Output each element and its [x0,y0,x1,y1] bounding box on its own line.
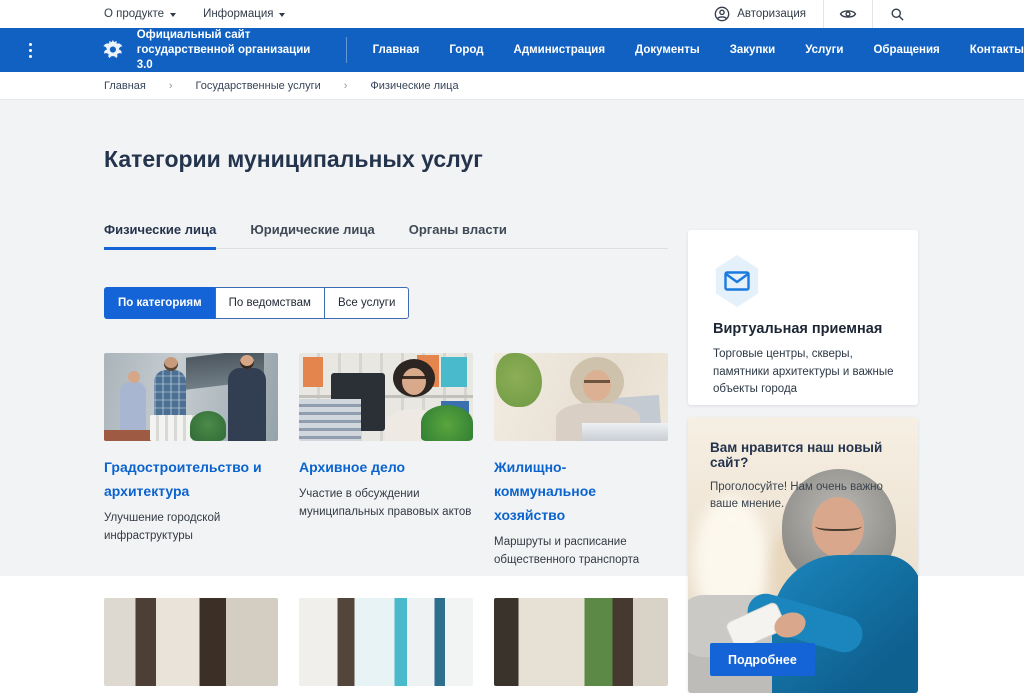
services-content: Категории муниципальных услуг Физические… [104,100,668,686]
tab-authorities[interactable]: Органы власти [409,222,507,250]
divider [346,37,347,63]
icon-badge [713,255,761,307]
card-photo-archivist [299,353,473,441]
top-utility-bar: О продукте Информация Авторизация [0,0,1024,28]
user-icon [714,6,730,22]
card-housing-utilities[interactable]: Жилищно-коммунальное хозяйство Маршруты … [494,353,668,569]
tab-legal-entities[interactable]: Юридические лица [250,222,374,250]
card-photo-woman-laptop [494,353,668,441]
filter-all-services[interactable]: Все услуги [324,287,409,319]
breadcrumb-separator: › [344,80,348,92]
card-title: Градостроительство и архитектура [104,455,278,503]
search-button[interactable] [873,0,921,28]
main-navbar: Официальный сайт государственной организ… [0,28,1024,72]
nav-item-appeals[interactable]: Обращения [873,44,939,56]
breadcrumb-separator: › [169,80,173,92]
survey-content: Вам нравится наш новый сайт? Проголосуйт… [688,417,918,513]
main-content-area: Категории муниципальных услуг Физические… [0,100,1024,576]
tab-individuals[interactable]: Физические лица [104,222,216,250]
card-partial-row2[interactable] [104,598,278,686]
nav-item-administration[interactable]: Администрация [514,44,606,56]
card-partial-row2[interactable] [299,598,473,686]
chevron-down-icon [170,13,176,17]
accessibility-eye-button[interactable] [824,0,872,28]
virtual-reception-card[interactable]: Виртуальная приемная Торговые центры, ск… [688,230,918,405]
state-emblem-icon [102,38,124,62]
topbar-actions: Авторизация [714,0,921,28]
survey-text: Проголосуйте! Нам очень важно ваше мнени… [710,479,888,513]
virtual-reception-description: Торговые центры, скверы, памятники архит… [713,346,898,399]
card-description: Маршруты и расписание общественного тран… [494,534,668,569]
category-cards-grid: Градостроительство и архитектура Улучшен… [104,353,668,686]
nav-item-city[interactable]: Город [449,44,483,56]
nav-item-contacts[interactable]: Контакты [970,44,1024,56]
breadcrumb: Главная › Государственные услуги › Физич… [0,72,1024,100]
site-logo-link[interactable]: Официальный сайт государственной организ… [102,28,328,73]
information-label: Информация [203,8,273,20]
chevron-down-icon [279,13,285,17]
about-product-label: О продукте [104,8,164,20]
card-urban-planning[interactable]: Градостроительство и архитектура Улучшен… [104,353,278,569]
card-title: Жилищно-коммунальное хозяйство [494,455,668,527]
card-archives[interactable]: Архивное дело Участие в обсуждении муниц… [299,353,473,569]
kebab-menu-icon[interactable] [26,43,36,58]
primary-navigation: Главная Город Администрация Документы За… [373,44,1024,56]
nav-item-home[interactable]: Главная [373,44,420,56]
page-title: Категории муниципальных услуг [104,144,668,174]
card-photo-partial [494,598,668,686]
card-title: Архивное дело [299,455,473,479]
card-description: Участие в обсуждении муниципальных право… [299,486,473,521]
information-menu[interactable]: Информация [203,8,285,20]
audience-tabs: Физические лица Юридические лица Органы … [104,222,668,249]
breadcrumb-home[interactable]: Главная [104,80,146,92]
card-description: Улучшение городской инфраструктуры [104,510,278,545]
site-survey-banner[interactable]: Вам нравится наш новый сайт? Проголосуйт… [688,417,918,693]
about-product-menu[interactable]: О продукте [104,8,176,20]
authorization-label: Авторизация [737,8,806,20]
site-title: Официальный сайт государственной организ… [137,28,328,73]
survey-title: Вам нравится наш новый сайт? [710,440,898,470]
search-icon [890,7,905,22]
filter-by-departments[interactable]: По ведомствам [215,287,325,319]
breadcrumb-state-services[interactable]: Государственные услуги [196,80,321,92]
authorization-button[interactable]: Авторизация [714,0,823,28]
card-photo-partial [299,598,473,686]
nav-item-documents[interactable]: Документы [635,44,700,56]
view-filter-group: По категориям По ведомствам Все услуги [104,287,409,319]
eye-icon [839,7,857,21]
virtual-reception-title: Виртуальная приемная [713,321,898,337]
breadcrumb-individuals: Физические лица [370,80,458,92]
sidebar: Виртуальная приемная Торговые центры, ск… [688,230,918,693]
card-photo-partial [104,598,278,686]
survey-details-button[interactable]: Подробнее [710,643,815,676]
card-partial-row2[interactable] [494,598,668,686]
nav-item-procurement[interactable]: Закупки [730,44,776,56]
filter-by-categories[interactable]: По категориям [104,287,216,319]
envelope-icon [724,271,750,291]
nav-item-services[interactable]: Услуги [805,44,843,56]
card-photo-architects [104,353,278,441]
topbar-links: О продукте Информация [104,8,285,20]
